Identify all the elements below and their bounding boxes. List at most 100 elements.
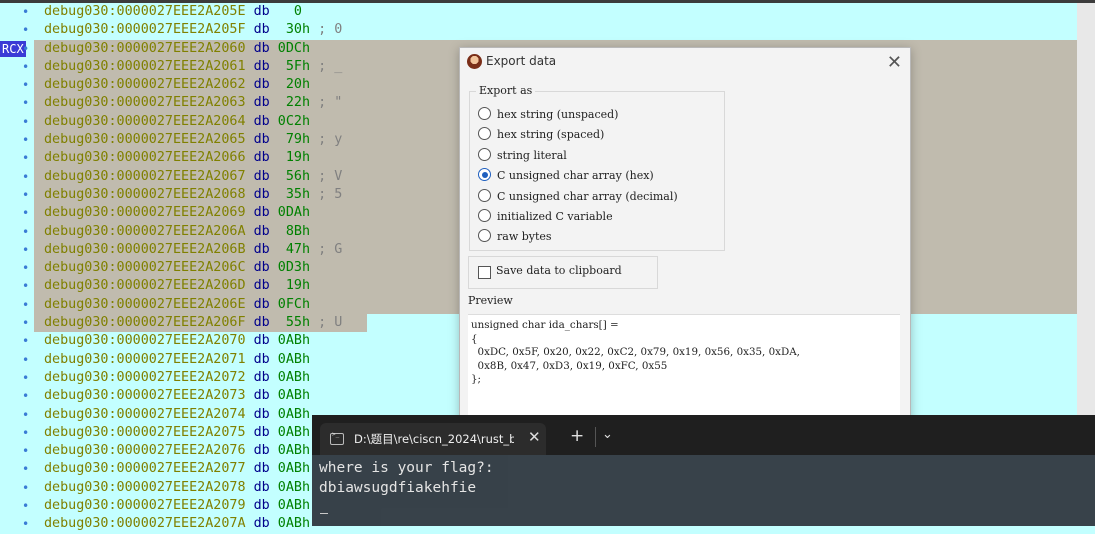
save-to-clipboard-checkbox[interactable] <box>478 266 491 279</box>
option-label: string literal <box>497 148 567 162</box>
byte-value: 79h <box>269 132 311 148</box>
breakpoint-dot-icon[interactable]: • <box>22 149 29 167</box>
breakpoint-dot-icon[interactable]: • <box>22 369 29 387</box>
radio-button[interactable] <box>478 107 491 120</box>
breakpoint-dot-icon[interactable]: • <box>22 406 29 424</box>
gutter[interactable]: • <box>0 314 34 332</box>
byte-value: 8Bh <box>269 223 311 239</box>
instruction-text[interactable]: debug030:0000027EEE2A205E db 0 <box>34 3 1077 21</box>
gutter[interactable]: • <box>0 479 34 497</box>
breakpoint-dot-icon[interactable]: • <box>22 387 29 405</box>
gutter[interactable]: • <box>0 223 34 241</box>
breakpoint-dot-icon[interactable]: • <box>22 168 29 186</box>
export-format-option[interactable]: initialized C variable <box>478 208 613 226</box>
breakpoint-dot-icon[interactable]: • <box>22 223 29 241</box>
breakpoint-dot-icon[interactable]: • <box>22 259 29 277</box>
listing-row[interactable]: • debug030:0000027EEE2A205E db 0 <box>0 3 1095 21</box>
export-format-option[interactable]: hex string (spaced) <box>478 126 604 144</box>
radio-button[interactable] <box>478 229 491 243</box>
export-format-option[interactable]: string literal <box>478 147 567 165</box>
address: debug030:0000027EEE2A2066 <box>44 150 246 166</box>
close-icon[interactable]: ✕ <box>887 52 902 73</box>
gutter[interactable]: • <box>0 460 34 478</box>
radio-button[interactable] <box>478 147 491 161</box>
breakpoint-dot-icon[interactable]: • <box>22 241 29 259</box>
gutter[interactable]: • <box>0 424 34 442</box>
gutter[interactable]: • <box>0 259 34 277</box>
byte-value: 0ABh <box>269 424 311 440</box>
byte-value: 19h <box>269 150 311 166</box>
byte-value: 0FCh <box>269 296 311 312</box>
directive: db <box>253 132 270 148</box>
gutter[interactable]: • <box>0 3 34 21</box>
breakpoint-dot-icon[interactable]: • <box>22 21 29 39</box>
gutter[interactable]: • <box>0 406 34 424</box>
breakpoint-dot-icon[interactable]: • <box>22 424 29 442</box>
breakpoint-dot-icon[interactable]: • <box>22 460 29 478</box>
export-format-option[interactable]: C unsigned char array (decimal) <box>478 188 678 206</box>
gutter[interactable]: • <box>0 296 34 314</box>
breakpoint-dot-icon[interactable]: • <box>22 497 29 515</box>
close-tab-icon[interactable]: ✕ <box>528 428 541 446</box>
breakpoint-dot-icon[interactable]: • <box>22 94 29 112</box>
export-format-option[interactable]: C unsigned char array (hex) <box>478 167 654 185</box>
breakpoint-dot-icon[interactable]: • <box>22 40 29 58</box>
breakpoint-dot-icon[interactable]: • <box>22 296 29 314</box>
breakpoint-dot-icon[interactable]: • <box>22 277 29 295</box>
preview-text[interactable]: unsigned char ida_chars[] = { 0xDC, 0x5F… <box>468 314 900 428</box>
gutter[interactable]: • <box>0 76 34 94</box>
listing-row[interactable]: • debug030:0000027EEE2A205F db 30h ; 0 <box>0 21 1095 39</box>
breakpoint-dot-icon[interactable]: • <box>22 131 29 149</box>
export-format-option[interactable]: hex string (unspaced) <box>478 106 618 124</box>
breakpoint-dot-icon[interactable]: • <box>22 3 29 21</box>
terminal-tab[interactable]: D:\题目\re\ciscn_2024\rust_ba ✕ <box>320 423 546 455</box>
gutter[interactable]: • <box>0 113 34 131</box>
breakpoint-dot-icon[interactable]: • <box>22 314 29 332</box>
breakpoint-dot-icon[interactable]: • <box>22 113 29 131</box>
gutter[interactable]: • <box>0 369 34 387</box>
gutter[interactable]: • <box>0 515 34 533</box>
breakpoint-dot-icon[interactable]: • <box>22 332 29 350</box>
breakpoint-dot-icon[interactable]: • <box>22 186 29 204</box>
breakpoint-dot-icon[interactable]: • <box>22 76 29 94</box>
gutter[interactable]: • <box>0 332 34 350</box>
option-label: initialized C variable <box>497 210 613 223</box>
breakpoint-dot-icon[interactable]: • <box>22 351 29 369</box>
gutter[interactable]: • <box>0 94 34 112</box>
radio-button[interactable] <box>478 209 491 222</box>
breakpoint-dot-icon[interactable]: • <box>22 442 29 460</box>
gutter[interactable]: • <box>0 387 34 405</box>
gutter[interactable]: • <box>0 241 34 259</box>
terminal-output[interactable]: where is your flag?: dbiawsugdfiakehfie <box>312 455 1095 526</box>
gutter[interactable]: • <box>0 442 34 460</box>
breakpoint-dot-icon[interactable]: • <box>22 58 29 76</box>
gutter[interactable]: • <box>0 131 34 149</box>
breakpoint-dot-icon[interactable]: • <box>22 204 29 222</box>
byte-value: 20h <box>269 77 311 93</box>
byte-value: 0D3h <box>269 260 311 276</box>
export-format-option[interactable]: raw bytes <box>478 228 552 246</box>
gutter[interactable]: • <box>0 21 34 39</box>
gutter[interactable]: RCX • <box>0 40 34 58</box>
dialog-titlebar[interactable]: Export data ✕ <box>460 48 910 76</box>
gutter[interactable]: • <box>0 168 34 186</box>
gutter[interactable]: • <box>0 277 34 295</box>
gutter[interactable]: • <box>0 149 34 167</box>
chevron-down-icon[interactable]: ⌄ <box>602 427 613 442</box>
terminal-line: where is your flag?: <box>319 460 494 476</box>
instruction-text[interactable]: debug030:0000027EEE2A205F db 30h ; 0 <box>34 21 1077 39</box>
option-label: C unsigned char array (hex) <box>497 169 654 183</box>
radio-button[interactable] <box>478 127 491 141</box>
new-tab-button[interactable]: + <box>570 426 584 446</box>
save-to-clipboard-label[interactable]: Save data to clipboard <box>496 264 622 277</box>
gutter[interactable]: • <box>0 351 34 369</box>
radio-button[interactable] <box>478 168 491 182</box>
directive: db <box>253 168 270 184</box>
gutter[interactable]: • <box>0 186 34 204</box>
gutter[interactable]: • <box>0 204 34 222</box>
breakpoint-dot-icon[interactable]: • <box>22 515 29 533</box>
gutter[interactable]: • <box>0 497 34 515</box>
radio-button[interactable] <box>478 188 491 202</box>
gutter[interactable]: • <box>0 58 34 76</box>
breakpoint-dot-icon[interactable]: • <box>22 479 29 497</box>
